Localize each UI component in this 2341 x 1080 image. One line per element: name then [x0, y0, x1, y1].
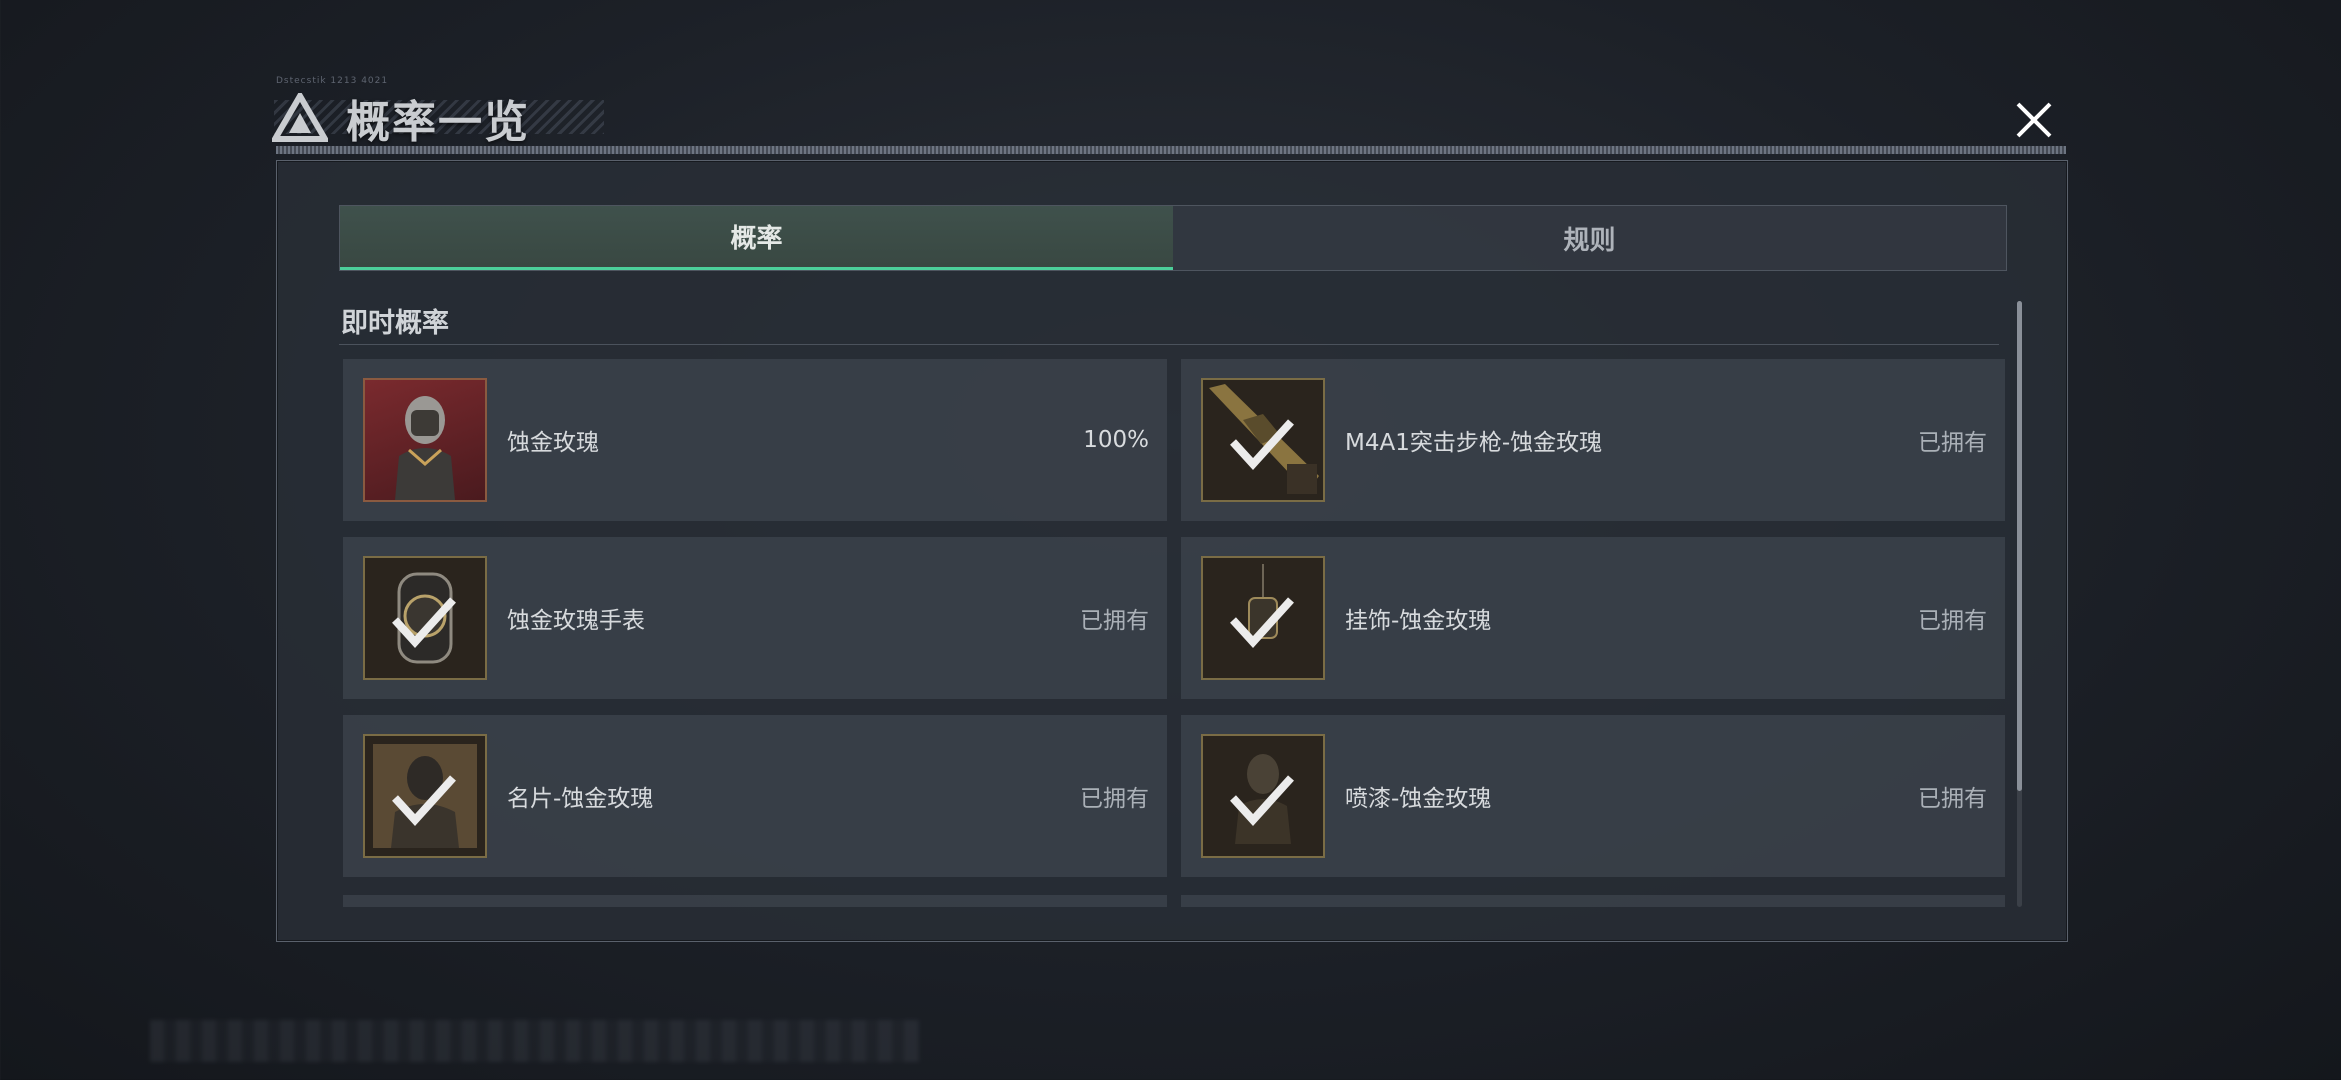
- item-name: M4A1突击步枪-蚀金玫瑰: [1345, 430, 1603, 456]
- partial-card: [343, 895, 1167, 907]
- watch-icon: [363, 556, 487, 680]
- header: 概率一览: [272, 86, 530, 150]
- section-title: 即时概率: [341, 308, 449, 339]
- tab-rules[interactable]: 规则: [1173, 206, 2006, 270]
- item-name: 挂饰-蚀金玫瑰: [1345, 608, 1492, 634]
- item-name: 蚀金玫瑰: [507, 430, 599, 456]
- blurred-footer: [150, 1020, 920, 1062]
- name-card-icon: [363, 734, 487, 858]
- header-micro-text: Dstecstik 1213 4021: [276, 76, 389, 86]
- list-item[interactable]: 喷漆-蚀金玫瑰 已拥有: [1181, 715, 2005, 877]
- header-divider: [276, 146, 2066, 154]
- page-title: 概率一览: [346, 97, 530, 148]
- list-item[interactable]: 挂饰-蚀金玫瑰 已拥有: [1181, 537, 2005, 699]
- list-item[interactable]: 蚀金玫瑰 100%: [343, 359, 1167, 521]
- spray-icon: [1201, 734, 1325, 858]
- item-name: 名片-蚀金玫瑰: [507, 786, 654, 812]
- partial-card: [1181, 895, 2005, 907]
- item-name: 蚀金玫瑰手表: [507, 608, 645, 634]
- owned-badge: 已拥有: [1918, 430, 1987, 456]
- list-item[interactable]: 蚀金玫瑰手表 已拥有: [343, 537, 1167, 699]
- section-divider: [339, 344, 1999, 345]
- item-grid: 蚀金玫瑰 100% M4A1突击步枪-蚀金玫瑰 已拥有 蚀金玫瑰手表 已拥有 挂…: [343, 359, 2005, 877]
- close-icon: [2016, 102, 2052, 138]
- rifle-icon: [1201, 378, 1325, 502]
- owned-badge: 已拥有: [1080, 786, 1149, 812]
- scrollbar-thumb[interactable]: [2017, 301, 2022, 791]
- charm-icon: [1201, 556, 1325, 680]
- owned-badge: 已拥有: [1918, 608, 1987, 634]
- list-item[interactable]: 名片-蚀金玫瑰 已拥有: [343, 715, 1167, 877]
- close-button[interactable]: [2006, 92, 2062, 148]
- item-probability: 100%: [1083, 427, 1149, 453]
- triangle-logo-icon: [272, 93, 328, 142]
- tab-bar: 概率 规则: [339, 205, 2007, 271]
- tab-probability[interactable]: 概率: [340, 206, 1173, 270]
- operator-portrait-icon: [363, 378, 487, 502]
- list-item[interactable]: M4A1突击步枪-蚀金玫瑰 已拥有: [1181, 359, 2005, 521]
- partial-list-row: [343, 895, 2005, 907]
- probability-panel: 概率 规则 即时概率 蚀金玫瑰 100% M4A1突击步枪-蚀金玫瑰 已拥有 蚀…: [276, 160, 2068, 942]
- scrollbar[interactable]: [2017, 301, 2022, 907]
- owned-badge: 已拥有: [1080, 608, 1149, 634]
- item-name: 喷漆-蚀金玫瑰: [1345, 786, 1492, 812]
- owned-badge: 已拥有: [1918, 786, 1987, 812]
